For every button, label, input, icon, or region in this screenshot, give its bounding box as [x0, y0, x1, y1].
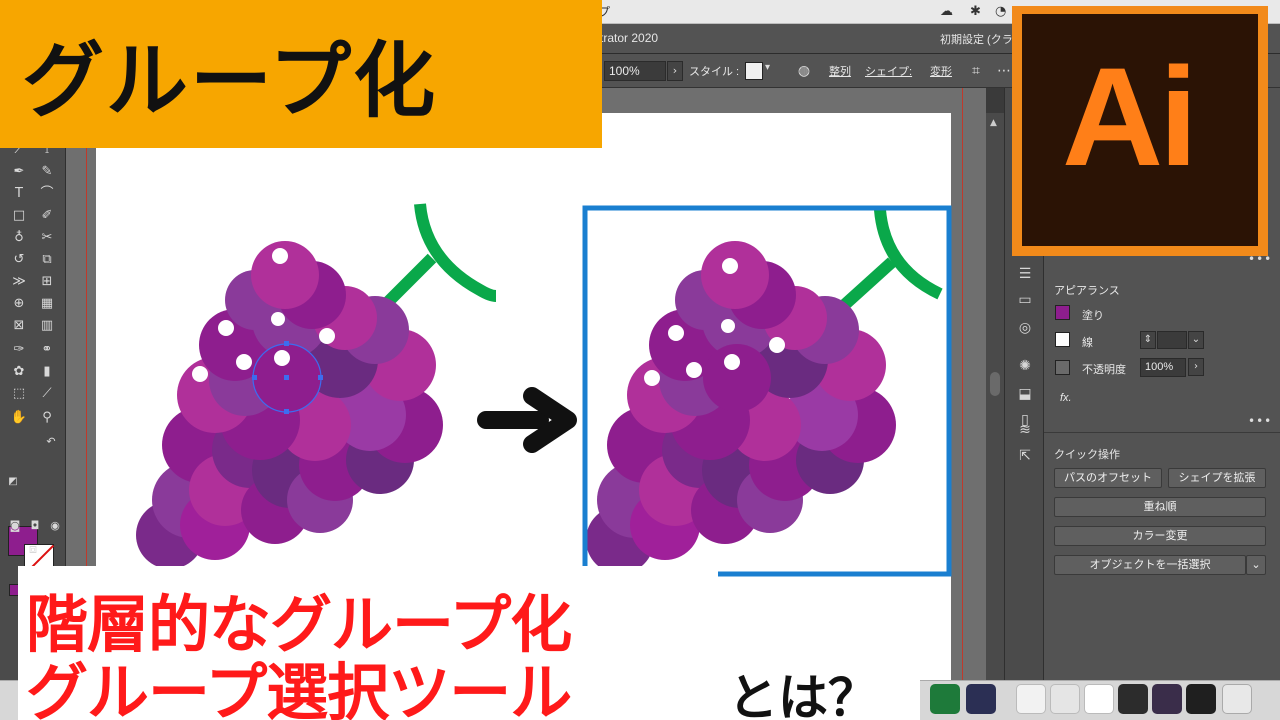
hand-tool-icon[interactable]: ✋	[8, 408, 30, 428]
rotate-tool-icon[interactable]: ↺	[8, 250, 30, 270]
menu-icon[interactable]: ☰	[1014, 264, 1036, 284]
illustrator-logo-text: Ai	[1062, 38, 1198, 195]
scissors-tool-icon[interactable]: ✂	[36, 228, 58, 248]
artboard-tool-icon[interactable]: ⬚	[8, 384, 30, 404]
graph-tool-icon[interactable]: ▮	[36, 362, 58, 382]
opacity-icon	[1055, 360, 1070, 375]
blend-tool-icon[interactable]: ⚭	[36, 340, 58, 360]
offset-path-button[interactable]: パスのオフセット	[1054, 468, 1162, 488]
eyedropper-tool-icon[interactable]: ✑	[8, 340, 30, 360]
banner-title: グループ化	[22, 34, 438, 129]
right-grape-bunch[interactable]	[586, 241, 896, 574]
swap-colors-icon[interactable]: ↶	[40, 432, 62, 452]
chevron-right-icon[interactable]: ›	[1188, 358, 1204, 376]
draw-inside-icon[interactable]: ◉	[44, 516, 66, 536]
shaper-tool-icon[interactable]: ♁	[8, 228, 30, 248]
media-encoder-app-icon[interactable]	[966, 684, 996, 714]
opacity-input[interactable]: 100%	[1140, 358, 1186, 377]
scale-tool-icon[interactable]: ⧉	[36, 250, 58, 270]
appearance-title: アピアランス	[1054, 285, 1120, 297]
asset-export-icon[interactable]: ⬓	[1014, 384, 1036, 404]
rectangle-tool-icon[interactable]: □	[8, 206, 30, 226]
pen-tool-icon[interactable]: ✒	[8, 162, 30, 182]
zoom-tool-icon[interactable]: ⚲	[36, 408, 58, 428]
trash-icon[interactable]	[1222, 684, 1252, 714]
layers-panel-icon[interactable]: ≋	[1014, 420, 1036, 440]
width-tool-icon[interactable]: ≫	[8, 272, 30, 292]
left-grape-stem[interactable]	[375, 203, 497, 315]
arrow-right-icon	[477, 387, 577, 453]
caption-question: とは？	[728, 669, 878, 720]
select-same-button[interactable]: オブジェクトを一括選択	[1054, 555, 1246, 575]
stroke-label: 線	[1082, 337, 1093, 349]
panel-divider	[1044, 432, 1280, 433]
gradient-tool-icon[interactable]: ▥	[36, 316, 58, 336]
recolor-button[interactable]: カラー変更	[1054, 526, 1266, 546]
export-icon[interactable]: ⇱	[1014, 446, 1036, 466]
appearance-stroke-swatch[interactable]	[1055, 332, 1070, 347]
line-tool-icon[interactable]: ⌒	[36, 184, 58, 204]
appearance-panel-icon[interactable]: ◎	[1014, 318, 1036, 338]
screen-mode-icon[interactable]: ⧈	[22, 540, 44, 560]
quick-actions-title: クイック操作	[1054, 449, 1120, 461]
right-grape-stem[interactable]	[825, 209, 943, 323]
type-tool-icon[interactable]: T	[8, 184, 30, 204]
perspective-tool-icon[interactable]: ▦	[36, 294, 58, 314]
arrange-button[interactable]: 重ね順	[1054, 497, 1266, 517]
stroke-weight-input[interactable]	[1157, 331, 1187, 349]
draw-behind-icon[interactable]: ◘	[24, 516, 46, 536]
screen-thumbnail-icon[interactable]	[1186, 684, 1216, 714]
fx-button[interactable]: fx.	[1060, 392, 1072, 404]
document-icon[interactable]	[1016, 684, 1046, 714]
free-transform-tool-icon[interactable]: ⊞	[36, 272, 58, 292]
opacity-label: 不透明度	[1082, 364, 1126, 376]
symbol-sprayer-tool-icon[interactable]: ✿	[8, 362, 30, 382]
file-icon[interactable]	[1084, 684, 1114, 714]
gradient-panel-icon[interactable]: ▭	[1014, 290, 1036, 310]
curvature-tool-icon[interactable]: ✎	[36, 162, 58, 182]
shape-builder-tool-icon[interactable]: ⊕	[8, 294, 30, 314]
chevron-down-icon[interactable]: ⌄	[1246, 555, 1266, 575]
fill-label: 塗り	[1082, 310, 1104, 322]
drive-icon[interactable]	[1050, 684, 1080, 714]
window-thumbnail-icon[interactable]	[1118, 684, 1148, 714]
mesh-tool-icon[interactable]: ⊠	[8, 316, 30, 336]
premiere-thumbnail-icon[interactable]	[1152, 684, 1182, 714]
appearance-more-icon[interactable]: •••	[1248, 414, 1272, 428]
brush-tool-icon[interactable]: ✐	[36, 206, 58, 226]
slice-tool-icon[interactable]: ⟋	[36, 384, 58, 404]
chevron-down-icon[interactable]: ⌄	[1188, 331, 1204, 349]
stroke-stepper[interactable]: ⇕	[1140, 331, 1156, 349]
screenshot-root: プ ☁ ✱ ◔ trator 2020 初期設定 (クラ 100% › スタイル…	[0, 0, 1280, 720]
symbols-panel-icon[interactable]: ✺	[1014, 356, 1036, 376]
caption-line-2: グループ選択ツール	[26, 656, 572, 720]
excel-app-icon[interactable]	[930, 684, 960, 714]
default-colors-icon[interactable]: ◩	[2, 472, 24, 492]
draw-normal-icon[interactable]: ◙	[4, 516, 26, 536]
appearance-fill-swatch[interactable]	[1055, 305, 1070, 320]
expand-shape-button[interactable]: シェイプを拡張	[1168, 468, 1266, 488]
